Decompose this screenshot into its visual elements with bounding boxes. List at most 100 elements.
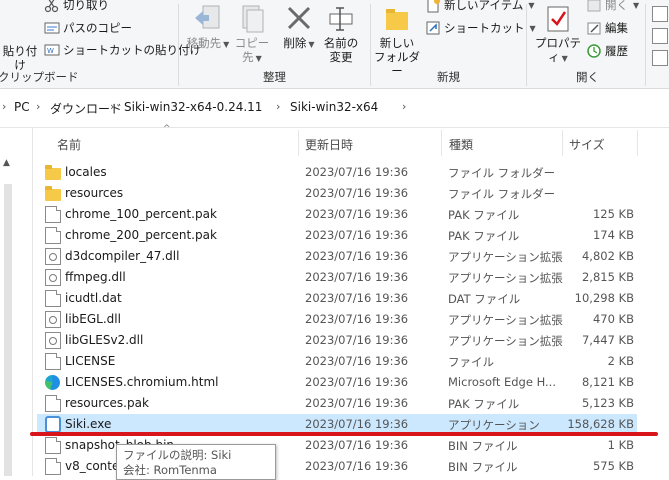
select-none-icon[interactable]	[652, 28, 668, 44]
breadcrumb-pc[interactable]: PC	[14, 100, 30, 114]
new-folder-icon	[386, 9, 408, 30]
file-row[interactable]: chrome_100_percent.pak 2023/07/16 19:36 PA…	[37, 204, 637, 225]
file-tooltip: ファイルの説明: Siki 会社: RomTenma	[116, 444, 276, 480]
sort-ascending-icon: ^	[163, 124, 171, 134]
group-divider	[645, 4, 646, 86]
file-row[interactable]: d3dcompiler_47.dll 2023/07/16 19:36 アプリケーシ…	[37, 246, 637, 267]
breadcrumb-current-folder[interactable]: Siki-win32-x64	[290, 100, 378, 114]
file-size: 10,298 KB	[574, 291, 634, 305]
file-row[interactable]: LICENSES.chromium.html 2023/07/16 19:36 Mi…	[37, 372, 637, 393]
file-date: 2023/07/16 19:36	[305, 396, 409, 410]
file-type: ファイル フォルダー	[448, 166, 556, 180]
open-icon	[587, 0, 601, 12]
group-divider	[526, 4, 527, 86]
file-size: 7,447 KB	[581, 333, 634, 347]
file-row[interactable]: ffmpeg.dll 2023/07/16 19:36 アプリケーション拡張 2,81…	[37, 267, 637, 288]
shortcut-icon	[426, 21, 440, 35]
copy-to-button[interactable]: コピー先 ▼	[230, 4, 274, 66]
copy-path-button[interactable]: パスのコピー	[44, 20, 132, 36]
file-row[interactable]: resources 2023/07/16 19:36 ファイル フォルダー	[37, 183, 637, 204]
column-header-name[interactable]: 名前	[57, 136, 81, 153]
file-type: アプリケーション拡張	[448, 271, 563, 285]
file-type: PAK ファイル	[448, 397, 520, 411]
scroll-up-arrow-icon[interactable]: ▲	[3, 158, 10, 168]
ribbon: 貼り付け 切り取り パスのコピー W ショートカットの貼り付け クリップボード …	[0, 0, 669, 89]
chevron-right-icon: ›	[276, 100, 281, 113]
folder-icon	[45, 165, 61, 180]
breadcrumb-siki-folder[interactable]: Siki-win32-x64-0.24.11	[124, 100, 262, 114]
invert-selection-icon[interactable]	[652, 50, 668, 66]
tooltip-description: ファイルの説明: Siki	[123, 448, 232, 462]
file-icon	[45, 353, 61, 370]
shortcut-button[interactable]: ショートカット ▼	[425, 20, 536, 36]
file-date: 2023/07/16 19:36	[305, 249, 409, 263]
chevron-down-icon: ▼	[633, 0, 640, 10]
edit-button[interactable]: 編集	[586, 20, 628, 36]
file-row[interactable]: resources.pak 2023/07/16 19:36 PAK ファイル 5,1…	[37, 393, 637, 414]
file-type: Microsoft Edge H...	[448, 375, 556, 389]
file-size: 158,628 KB	[567, 417, 634, 431]
chevron-right-icon: ›	[110, 100, 115, 113]
column-header-date[interactable]: 更新日時	[305, 136, 353, 153]
file-row[interactable]: libGLESv2.dll 2023/07/16 19:36 アプリケーション拡張 7…	[37, 330, 637, 351]
file-size: 8,121 KB	[581, 375, 634, 389]
paste-button[interactable]: 貼り付け	[0, 22, 40, 72]
cut-button[interactable]: 切り取り	[44, 0, 109, 13]
new-folder-button[interactable]: 新しい フォルダー	[374, 4, 420, 78]
file-size: 2 KB	[607, 354, 634, 368]
select-all-icon[interactable]	[652, 6, 668, 22]
open-button[interactable]: 開く ▼	[586, 0, 639, 13]
file-type: ファイル	[448, 355, 494, 369]
file-row[interactable]: icudtl.dat 2023/07/16 19:36 DAT ファイル 10,298…	[37, 288, 637, 309]
file-size: 125 KB	[592, 207, 634, 221]
file-icon	[45, 458, 61, 475]
column-divider[interactable]	[562, 130, 563, 156]
file-name: icudtl.dat	[65, 291, 122, 305]
edit-icon	[587, 22, 601, 35]
new-item-button[interactable]: 新しいアイテム ▼	[425, 0, 535, 13]
file-date: 2023/07/16 19:36	[305, 165, 409, 179]
file-row[interactable]: libEGL.dll 2023/07/16 19:36 アプリケーション拡張 470 …	[37, 309, 637, 330]
file-name: LICENSE	[65, 354, 116, 368]
delete-button[interactable]: 削除 ▼	[281, 4, 317, 52]
column-divider[interactable]	[298, 130, 299, 156]
group-divider	[370, 4, 371, 86]
navigation-pane[interactable]: ▲	[0, 128, 33, 476]
folder-icon	[45, 186, 61, 201]
file-row[interactable]: LICENSE 2023/07/16 19:36 ファイル 2 KB	[37, 351, 637, 372]
file-icon	[45, 437, 61, 454]
file-icon	[45, 290, 61, 307]
file-type: PAK ファイル	[448, 208, 520, 222]
rename-button[interactable]: 名前の 変更	[320, 4, 362, 64]
file-row[interactable]: locales 2023/07/16 19:36 ファイル フォルダー	[37, 162, 637, 183]
properties-button[interactable]: プロパティ ▼	[532, 4, 584, 66]
file-size: 174 KB	[592, 228, 634, 242]
chevron-right-icon: ›	[2, 100, 7, 113]
file-row[interactable]: chrome_200_percent.pak 2023/07/16 19:36 PA…	[37, 225, 637, 246]
svg-text:W: W	[47, 47, 54, 55]
dll-icon	[45, 332, 61, 349]
paste-shortcut-icon: W	[44, 44, 60, 56]
scissors-icon	[44, 0, 59, 13]
file-name: Siki.exe	[65, 417, 112, 431]
file-name: locales	[65, 165, 107, 179]
column-header-type[interactable]: 種類	[449, 136, 473, 153]
properties-icon	[547, 6, 569, 32]
move-to-button[interactable]: 移動先 ▼	[186, 4, 230, 52]
file-size: 575 KB	[592, 459, 634, 473]
column-divider[interactable]	[441, 130, 442, 156]
file-type: アプリケーション	[448, 418, 540, 432]
nav-scrollbar[interactable]	[4, 184, 12, 476]
column-header-size[interactable]: サイズ	[569, 136, 605, 153]
history-button[interactable]: 履歴	[586, 43, 628, 59]
dll-icon	[45, 311, 61, 328]
address-bar[interactable]: › PC › ダウンロード › Siki-win32-x64-0.24.11 ›…	[0, 89, 669, 128]
column-divider[interactable]	[637, 130, 638, 156]
open-group-label: 開く	[576, 70, 599, 84]
paste-icon	[9, 22, 31, 40]
chevron-down-icon: ▼	[308, 40, 315, 49]
move-to-icon	[195, 5, 220, 29]
file-size: 2,815 KB	[581, 270, 634, 284]
file-date: 2023/07/16 19:36	[305, 207, 409, 221]
file-type: BIN ファイル	[448, 460, 518, 474]
